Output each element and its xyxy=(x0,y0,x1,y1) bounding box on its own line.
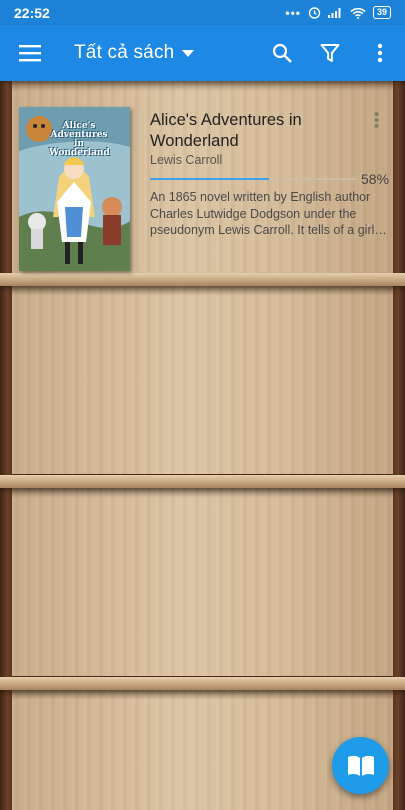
dropdown-arrow-icon xyxy=(182,49,195,57)
shelf-back xyxy=(12,286,393,474)
reading-progress-percent: 58% xyxy=(361,171,390,187)
page-title: Tất cả sách xyxy=(74,42,175,63)
app-bar: Tất cả sách xyxy=(0,25,405,81)
wifi-icon xyxy=(350,7,366,19)
shelf-side-right xyxy=(393,81,405,810)
open-reader-button[interactable] xyxy=(332,737,389,794)
reading-progress-bar xyxy=(150,178,355,180)
menu-button[interactable] xyxy=(10,33,50,73)
shelf-side-left xyxy=(0,81,12,810)
signal-icon xyxy=(327,8,341,18)
shelf-shadow xyxy=(12,690,393,700)
book-author: Lewis Carroll xyxy=(150,153,223,167)
battery-icon: 39 xyxy=(372,6,391,19)
status-icons: ••• 39 xyxy=(285,6,391,20)
alarm-icon xyxy=(308,7,321,19)
reading-progress-fill xyxy=(150,178,269,180)
shelf-shadow xyxy=(12,81,393,91)
open-book-icon xyxy=(347,755,374,776)
shelf-shadow xyxy=(12,488,393,498)
book-title: Alice's Adventures in Wonderland xyxy=(150,111,302,150)
search-button[interactable] xyxy=(262,33,302,73)
shelf-back xyxy=(12,488,393,676)
search-icon xyxy=(272,43,292,63)
shelf-plank xyxy=(0,273,405,286)
more-vert-icon xyxy=(374,112,378,128)
more-options-button[interactable] xyxy=(360,33,400,73)
notification-dots-icon: ••• xyxy=(285,5,301,20)
status-bar: 22:52 ••• 39 xyxy=(0,0,405,25)
book-cover[interactable]: Alice's Adventures in Wonderland xyxy=(19,107,130,271)
shelf-plank xyxy=(0,475,405,488)
shelf-shadow xyxy=(12,286,393,296)
menu-icon xyxy=(19,45,41,62)
library-filter-dropdown[interactable]: Tất cả sách xyxy=(74,25,195,81)
status-time: 22:52 xyxy=(14,4,50,21)
book-item[interactable]: Alice's Adventures in Wonderland Alice's… xyxy=(19,107,389,271)
filter-icon xyxy=(320,44,340,62)
book-description: An 1865 novel written by English author … xyxy=(150,190,375,237)
book-options-button[interactable] xyxy=(367,111,385,133)
more-vert-icon xyxy=(377,43,383,63)
filter-button[interactable] xyxy=(310,33,350,73)
cover-title: Alice's Adventures in Wonderland xyxy=(49,121,110,158)
shelf-plank xyxy=(0,677,405,690)
